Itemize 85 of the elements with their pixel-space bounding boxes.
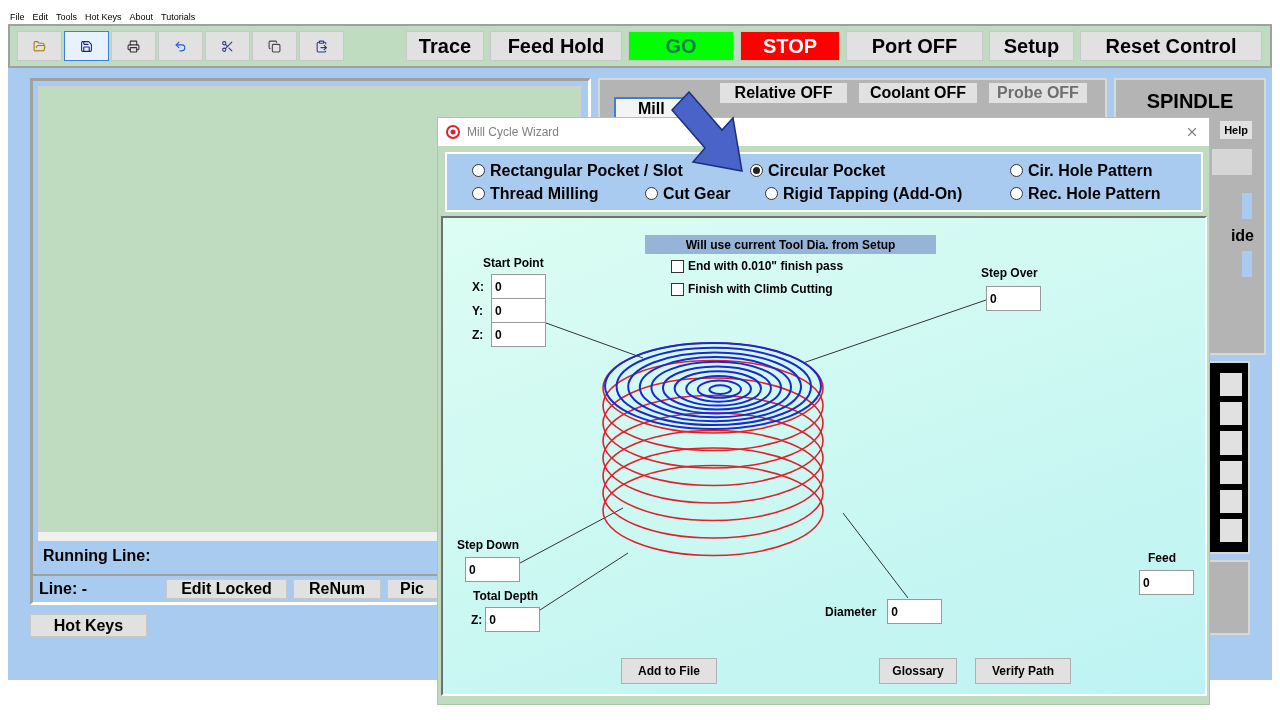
undo-icon bbox=[174, 39, 187, 53]
radio-circle[interactable] bbox=[1010, 187, 1023, 200]
feed-field[interactable]: 0 bbox=[1139, 570, 1194, 595]
save-icon bbox=[80, 39, 93, 53]
field-label: Step Over bbox=[981, 266, 1038, 280]
step-over-field[interactable]: 0 bbox=[986, 286, 1041, 311]
paste-icon-button[interactable] bbox=[299, 31, 344, 61]
dialog-button[interactable]: Glossary bbox=[879, 658, 957, 684]
spindle-field[interactable] bbox=[1212, 149, 1252, 175]
panel-button[interactable]: ReNum bbox=[293, 579, 381, 600]
coordinate-field[interactable]: 0 bbox=[491, 322, 546, 347]
keypad-key[interactable] bbox=[1220, 373, 1242, 397]
field-label: Feed bbox=[1148, 551, 1176, 565]
menu-item[interactable]: Hot Keys bbox=[85, 12, 122, 22]
spindle-label: ide bbox=[1230, 227, 1254, 245]
menu-item[interactable]: About bbox=[129, 12, 154, 22]
menu-item[interactable]: Edit bbox=[32, 12, 49, 22]
panel-button[interactable]: Edit Locked bbox=[166, 579, 287, 600]
field-label: Total Depth bbox=[473, 589, 539, 603]
menu-item[interactable]: Tools bbox=[56, 12, 78, 22]
operation-radio[interactable]: Thread Milling bbox=[472, 184, 599, 203]
field-label: Start Point bbox=[483, 256, 544, 270]
coordinate-field[interactable]: 0 bbox=[491, 274, 546, 299]
radio-circle[interactable] bbox=[472, 187, 485, 200]
printer-icon bbox=[127, 39, 140, 53]
folder-icon bbox=[33, 39, 46, 53]
field-label: Z: bbox=[471, 612, 483, 627]
printer-icon-button[interactable] bbox=[111, 31, 156, 61]
field-label: Z: bbox=[472, 327, 485, 342]
menu-item[interactable]: File bbox=[10, 12, 25, 22]
hot-keys-button[interactable]: Hot Keys bbox=[30, 614, 147, 637]
operation-radio[interactable]: Rectangular Pocket / Slot bbox=[472, 161, 683, 180]
scissors-icon bbox=[221, 39, 234, 53]
close-button[interactable] bbox=[1185, 125, 1199, 139]
option-checkbox[interactable]: Finish with Climb Cutting bbox=[671, 282, 833, 296]
spindle-title: SPINDLE bbox=[1146, 90, 1234, 113]
field-label: X: bbox=[472, 279, 485, 294]
toggle-button[interactable]: Coolant OFF bbox=[859, 83, 977, 103]
toolbar-button[interactable]: Trace bbox=[406, 31, 484, 61]
toolbar-button[interactable]: STOP bbox=[740, 31, 840, 61]
radio-circle[interactable] bbox=[472, 164, 485, 177]
checkbox[interactable] bbox=[671, 259, 684, 273]
toolbar-button[interactable]: Reset Control bbox=[1080, 31, 1262, 61]
field-label: Y: bbox=[472, 303, 485, 318]
dialog-button[interactable]: Add to File bbox=[621, 658, 717, 684]
radio-circle[interactable] bbox=[645, 187, 658, 200]
info-note: Will use current Tool Dia. from Setup bbox=[645, 235, 936, 254]
toggle-button[interactable]: Relative OFF bbox=[720, 83, 847, 103]
toolbar-button[interactable]: GO bbox=[628, 31, 734, 61]
toolbar-button[interactable]: Port OFF bbox=[846, 31, 983, 61]
step-down-field[interactable]: 0 bbox=[465, 557, 520, 582]
checkbox[interactable] bbox=[671, 282, 684, 296]
total-depth-field[interactable]: 0 bbox=[485, 607, 541, 632]
toolbar-button[interactable]: Setup bbox=[989, 31, 1074, 61]
keypad-key[interactable] bbox=[1220, 460, 1242, 484]
dialog-title: Mill Cycle Wizard bbox=[467, 125, 560, 139]
copy-icon-button[interactable] bbox=[252, 31, 297, 61]
operation-radio[interactable]: Cir. Hole Pattern bbox=[1010, 161, 1153, 180]
keypad-key[interactable] bbox=[1220, 518, 1242, 543]
field-label: Step Down bbox=[457, 538, 519, 552]
logo-icon bbox=[446, 125, 460, 139]
operation-radio[interactable]: Rigid Tapping (Add-On) bbox=[765, 184, 963, 203]
help-button[interactable]: Help bbox=[1220, 121, 1252, 139]
keypad-key[interactable] bbox=[1220, 489, 1242, 513]
operation-radio[interactable]: Circular Pocket bbox=[750, 161, 886, 180]
coordinate-field[interactable]: 0 bbox=[491, 298, 546, 323]
radio-circle[interactable] bbox=[750, 164, 763, 177]
paste-icon bbox=[315, 39, 328, 53]
radio-circle[interactable] bbox=[1010, 164, 1023, 177]
toolbar-button[interactable]: Feed Hold bbox=[490, 31, 622, 61]
operation-radio[interactable]: Rec. Hole Pattern bbox=[1010, 184, 1161, 203]
field-label: Diameter bbox=[825, 604, 877, 619]
operation-radio[interactable]: Cut Gear bbox=[645, 184, 731, 203]
save-icon-button[interactable] bbox=[64, 31, 109, 61]
option-checkbox[interactable]: End with 0.010" finish pass bbox=[671, 259, 844, 273]
dialog-button[interactable]: Verify Path bbox=[975, 658, 1071, 684]
copy-icon bbox=[268, 39, 281, 53]
diameter-field[interactable]: 0 bbox=[887, 599, 943, 624]
radio-circle[interactable] bbox=[765, 187, 778, 200]
running-line-label: Running Line: bbox=[43, 547, 151, 566]
close-icon bbox=[1185, 125, 1199, 139]
keypad-key[interactable] bbox=[1220, 402, 1242, 426]
menu-item[interactable]: Tutorials bbox=[161, 12, 196, 22]
scissors-icon-button[interactable] bbox=[205, 31, 250, 61]
line-label: Line: - bbox=[39, 580, 88, 599]
